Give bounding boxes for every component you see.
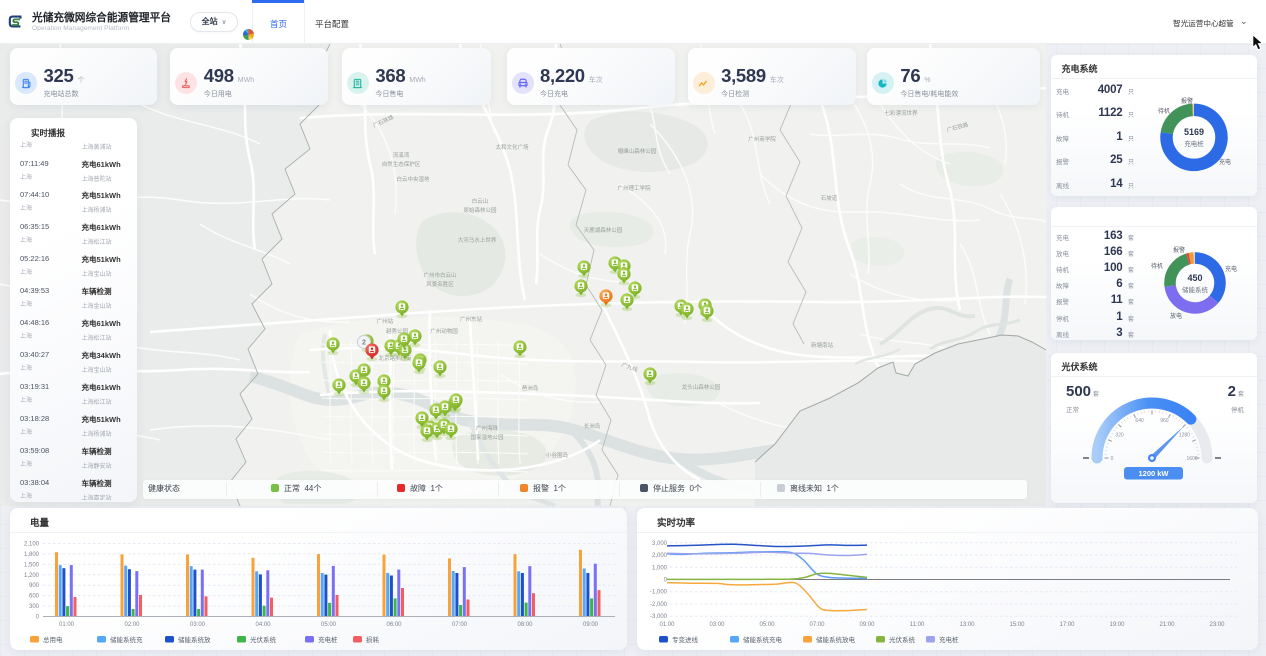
svg-text:600: 600: [29, 594, 40, 600]
svg-text:储能系统放电: 储能系统放电: [816, 635, 856, 644]
svg-text:广州商学院: 广州商学院: [748, 135, 776, 143]
svg-text:09:00: 09:00: [859, 622, 875, 628]
svg-text:23:00: 23:00: [1209, 622, 1225, 628]
svg-text:广州站: 广州站: [377, 317, 394, 325]
svg-text:广州市白云山: 广州市白云山: [423, 271, 456, 279]
svg-text:充电桩: 充电桩: [318, 635, 338, 644]
svg-text:02:00: 02:00: [124, 622, 140, 628]
svg-text:石坡道: 石坡道: [821, 194, 838, 202]
svg-text:天鹿湖森林公园: 天鹿湖森林公园: [584, 226, 623, 234]
svg-text:15:00: 15:00: [1009, 622, 1025, 628]
svg-text:充电桩: 充电桩: [1184, 139, 1204, 148]
svg-text:小谷围岛: 小谷围岛: [546, 451, 569, 459]
svg-text:03:00: 03:00: [709, 622, 725, 628]
svg-text:广州海珠: 广州海珠: [476, 424, 499, 432]
svg-text:七彩漂流世界: 七彩漂流世界: [884, 109, 918, 117]
svg-text:07:00: 07:00: [809, 622, 825, 628]
svg-text:17:00: 17:00: [1059, 622, 1075, 628]
svg-text:2,000: 2,000: [652, 553, 668, 559]
svg-text:太和文化广场: 太和文化广场: [495, 143, 529, 151]
svg-text:充电: 充电: [1219, 158, 1231, 166]
svg-text:2: 2: [362, 340, 366, 347]
svg-text:待机: 待机: [1151, 262, 1163, 270]
svg-text:01:00: 01:00: [59, 622, 75, 628]
svg-text:大河马水上世界: 大河马水上世界: [458, 236, 497, 244]
svg-text:原始森林公园: 原始森林公园: [463, 206, 497, 214]
svg-text:1600: 1600: [1186, 456, 1197, 462]
svg-text:储能系统放: 储能系统放: [178, 635, 211, 644]
svg-text:09:00: 09:00: [583, 622, 599, 628]
svg-text:1,000: 1,000: [652, 565, 668, 571]
svg-text:3,000: 3,000: [652, 541, 668, 547]
svg-text:-3,000: -3,000: [650, 614, 668, 620]
svg-text:5169: 5169: [1184, 127, 1204, 137]
svg-text:风景名胜区: 风景名胜区: [426, 280, 454, 288]
svg-text:01:00: 01:00: [659, 622, 675, 628]
svg-text:广州动物园: 广州动物园: [430, 327, 458, 335]
svg-text:专变进线: 专变进线: [672, 635, 699, 644]
svg-text:21:00: 21:00: [1159, 622, 1175, 628]
svg-text:新塘南站: 新塘南站: [811, 341, 834, 349]
svg-text:长洲岛: 长洲岛: [584, 422, 601, 430]
svg-text:报警: 报警: [1181, 97, 1193, 105]
svg-text:900: 900: [29, 583, 40, 589]
svg-text:320: 320: [1115, 433, 1124, 439]
svg-text:640: 640: [1135, 418, 1144, 424]
svg-text:19:00: 19:00: [1109, 622, 1125, 628]
svg-text:待机: 待机: [1158, 107, 1170, 115]
svg-text:05:00: 05:00: [759, 622, 775, 628]
svg-text:06:00: 06:00: [386, 622, 402, 628]
svg-text:储能系统: 储能系统: [1182, 285, 1209, 294]
svg-text:自然生态保护区: 自然生态保护区: [382, 160, 421, 168]
svg-text:白云中央湿地: 白云中央湿地: [396, 175, 430, 183]
svg-text:13:00: 13:00: [959, 622, 975, 628]
svg-text:流溪湾: 流溪湾: [393, 151, 410, 159]
svg-text:1,800: 1,800: [24, 552, 40, 558]
svg-text:广州东站: 广州东站: [460, 315, 483, 323]
svg-text:04:00: 04:00: [255, 622, 271, 628]
svg-text:帽峰山森林公园: 帽峰山森林公园: [618, 147, 657, 155]
svg-text:放电: 放电: [1170, 312, 1182, 320]
svg-text:-1,000: -1,000: [650, 590, 668, 596]
svg-text:龙头山森林公园: 龙头山森林公园: [682, 383, 721, 391]
svg-text:琶洲岛: 琶洲岛: [522, 384, 539, 392]
svg-text:03:00: 03:00: [190, 622, 206, 628]
svg-text:国家湿地公园: 国家湿地公园: [470, 433, 504, 441]
svg-text:960: 960: [1160, 418, 1169, 424]
svg-text:08:00: 08:00: [517, 622, 533, 628]
svg-text:0: 0: [1111, 456, 1114, 462]
svg-text:储能系统充电: 储能系统充电: [743, 635, 783, 644]
svg-text:1,200: 1,200: [24, 573, 40, 579]
svg-text:光伏系统: 光伏系统: [250, 635, 277, 644]
svg-text:充电: 充电: [1225, 265, 1237, 273]
svg-text:1200 kW: 1200 kW: [1138, 469, 1169, 478]
svg-text:储能系统充: 储能系统充: [110, 635, 143, 644]
svg-text:1280: 1280: [1179, 433, 1190, 439]
svg-text:450: 450: [1187, 273, 1202, 283]
svg-text:-2,000: -2,000: [650, 602, 668, 608]
svg-text:1,500: 1,500: [24, 562, 40, 568]
svg-text:300: 300: [29, 604, 40, 610]
svg-text:报警: 报警: [1173, 246, 1185, 254]
svg-text:0: 0: [36, 615, 40, 621]
svg-text:07:00: 07:00: [452, 622, 468, 628]
svg-text:广州理工学院: 广州理工学院: [617, 184, 651, 192]
svg-text:2,100: 2,100: [24, 542, 40, 548]
svg-text:光伏系统: 光伏系统: [889, 635, 916, 644]
svg-text:总用电: 总用电: [43, 635, 63, 644]
svg-text:05:00: 05:00: [321, 622, 337, 628]
svg-text:白云山: 白云山: [472, 197, 489, 205]
svg-text:损耗: 损耗: [366, 635, 380, 644]
svg-text:充电桩: 充电桩: [939, 635, 959, 644]
svg-text:11:00: 11:00: [910, 622, 925, 628]
